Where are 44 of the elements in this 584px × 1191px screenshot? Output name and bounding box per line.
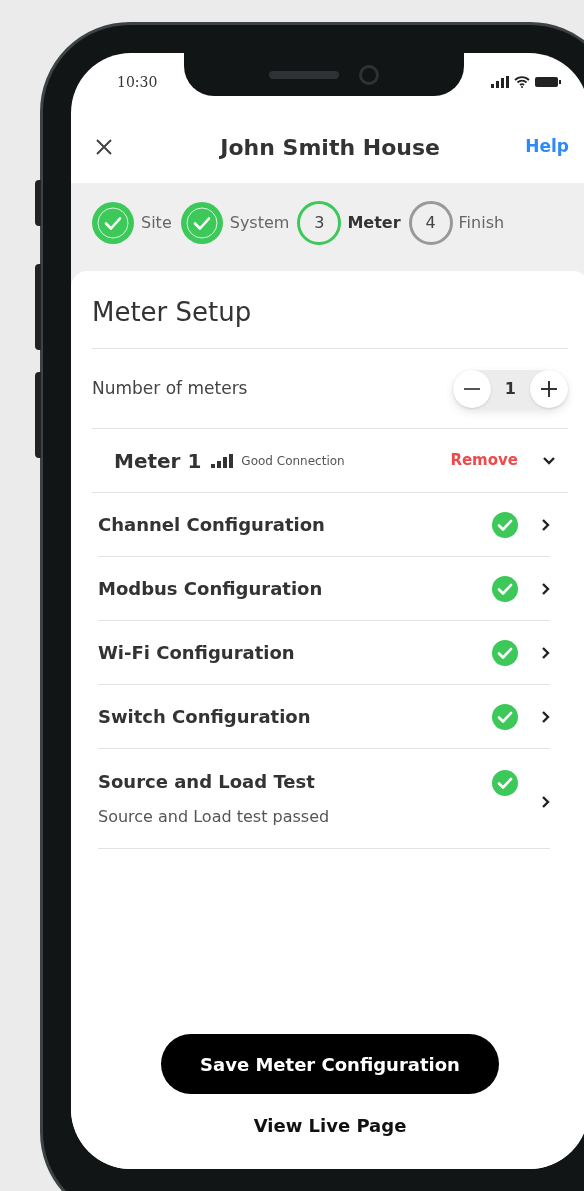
battery-icon (535, 76, 561, 88)
meter-name: Meter 1 (114, 447, 202, 475)
meter-count-value: 1 (504, 377, 516, 400)
signal-bars-icon (211, 453, 234, 468)
config-title: Wi-Fi Configuration (98, 641, 296, 665)
step-label: System (229, 212, 290, 234)
chevron-right-icon (541, 517, 550, 532)
step-number: 4 (408, 201, 453, 245)
config-row[interactable]: Source and Load Test Source and Load test passed (98, 749, 550, 849)
wifi-icon (514, 76, 530, 88)
config-row[interactable]: Modbus Configuration (98, 557, 550, 621)
config-title: Switch Configuration (98, 705, 312, 729)
config-row[interactable]: Channel Configuration (98, 493, 550, 557)
decrement-button[interactable] (452, 369, 491, 408)
signal-icon (491, 76, 509, 88)
save-button[interactable]: Save Meter Configuration (161, 1034, 499, 1094)
config-row[interactable]: Switch Configuration (98, 685, 550, 749)
plus-icon (540, 379, 558, 398)
chevron-right-icon (541, 794, 550, 809)
view-live-link[interactable]: View Live Page (253, 1112, 407, 1139)
step-label: Meter (347, 212, 401, 234)
speaker-grille (269, 70, 339, 79)
section-title: Meter Setup (92, 293, 568, 349)
step-label: Site (141, 212, 172, 234)
minus-icon (463, 387, 480, 390)
step-label: Finish (458, 212, 505, 234)
config-row[interactable]: Wi-Fi Configuration (98, 621, 550, 685)
close-icon (95, 138, 113, 156)
config-subtitle: Source and Load test passed (98, 806, 331, 828)
step-number: 3 (297, 201, 342, 245)
config-title: Modbus Configuration (98, 577, 324, 601)
chevron-right-icon (541, 581, 550, 596)
remove-link[interactable]: Remove (450, 449, 518, 472)
increment-button[interactable] (530, 369, 568, 408)
meter-count-label: Number of meters (92, 376, 248, 400)
config-title: Channel Configuration (98, 513, 326, 537)
status-time: 10:30 (117, 72, 158, 92)
screen-title: John Smith House (220, 133, 440, 162)
camera-lens (359, 64, 379, 85)
chevron-right-icon (541, 709, 550, 724)
config-title: Source and Load Test (98, 770, 316, 794)
chevron-icon (542, 456, 556, 465)
connection-status: Good Connection (241, 452, 345, 470)
chevron-right-icon (541, 645, 550, 660)
